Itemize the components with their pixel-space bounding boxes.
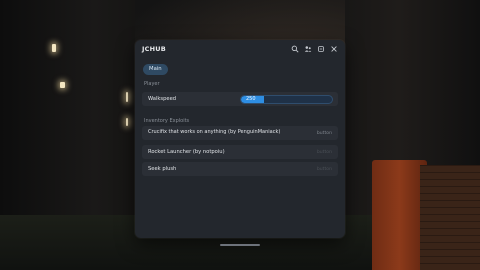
- orange-object: [372, 160, 427, 270]
- title-bar[interactable]: JCHUB: [135, 40, 345, 58]
- inventory-item-seek-plush[interactable]: Seek plush button: [142, 162, 338, 176]
- minimize-icon[interactable]: [317, 45, 325, 53]
- players-icon[interactable]: [304, 45, 312, 53]
- inventory-item-keybind: button: [316, 130, 332, 136]
- close-icon[interactable]: [330, 45, 338, 53]
- window-light: [52, 44, 56, 52]
- search-icon[interactable]: [291, 45, 299, 53]
- inventory-item-keybind: button: [316, 149, 332, 155]
- walkspeed-slider[interactable]: 250: [240, 94, 333, 104]
- window-light: [60, 82, 65, 88]
- section-heading-player: Player: [144, 81, 160, 87]
- right-wall: [345, 0, 480, 270]
- inventory-item-label: Crucifix that works on anything (by Peng…: [148, 129, 281, 136]
- walkspeed-value: 250: [246, 95, 256, 102]
- inventory-item-crucifix[interactable]: Crucifix that works on anything (by Peng…: [142, 126, 338, 140]
- section-heading-inventory: Inventory Exploits: [144, 118, 190, 124]
- window-title: JCHUB: [142, 45, 166, 53]
- left-wall: [0, 0, 135, 270]
- brick-pile: [420, 165, 480, 270]
- walkspeed-row: Walkspeed 250: [142, 92, 338, 106]
- inventory-item-label: Seek plush: [148, 166, 177, 172]
- inventory-item-rocket-launcher[interactable]: Rocket Launcher (by notpoiu) button: [142, 145, 338, 159]
- tab-main[interactable]: Main: [143, 64, 168, 75]
- resize-handle[interactable]: [220, 244, 260, 246]
- window-light: [126, 118, 128, 126]
- window-light: [126, 92, 128, 102]
- script-hub-window[interactable]: JCHUB Main Player Walkspeed 250 Inventor…: [135, 40, 345, 246]
- inventory-item-label: Rocket Launcher (by notpoiu): [148, 149, 225, 155]
- inventory-item-keybind: button: [316, 166, 332, 172]
